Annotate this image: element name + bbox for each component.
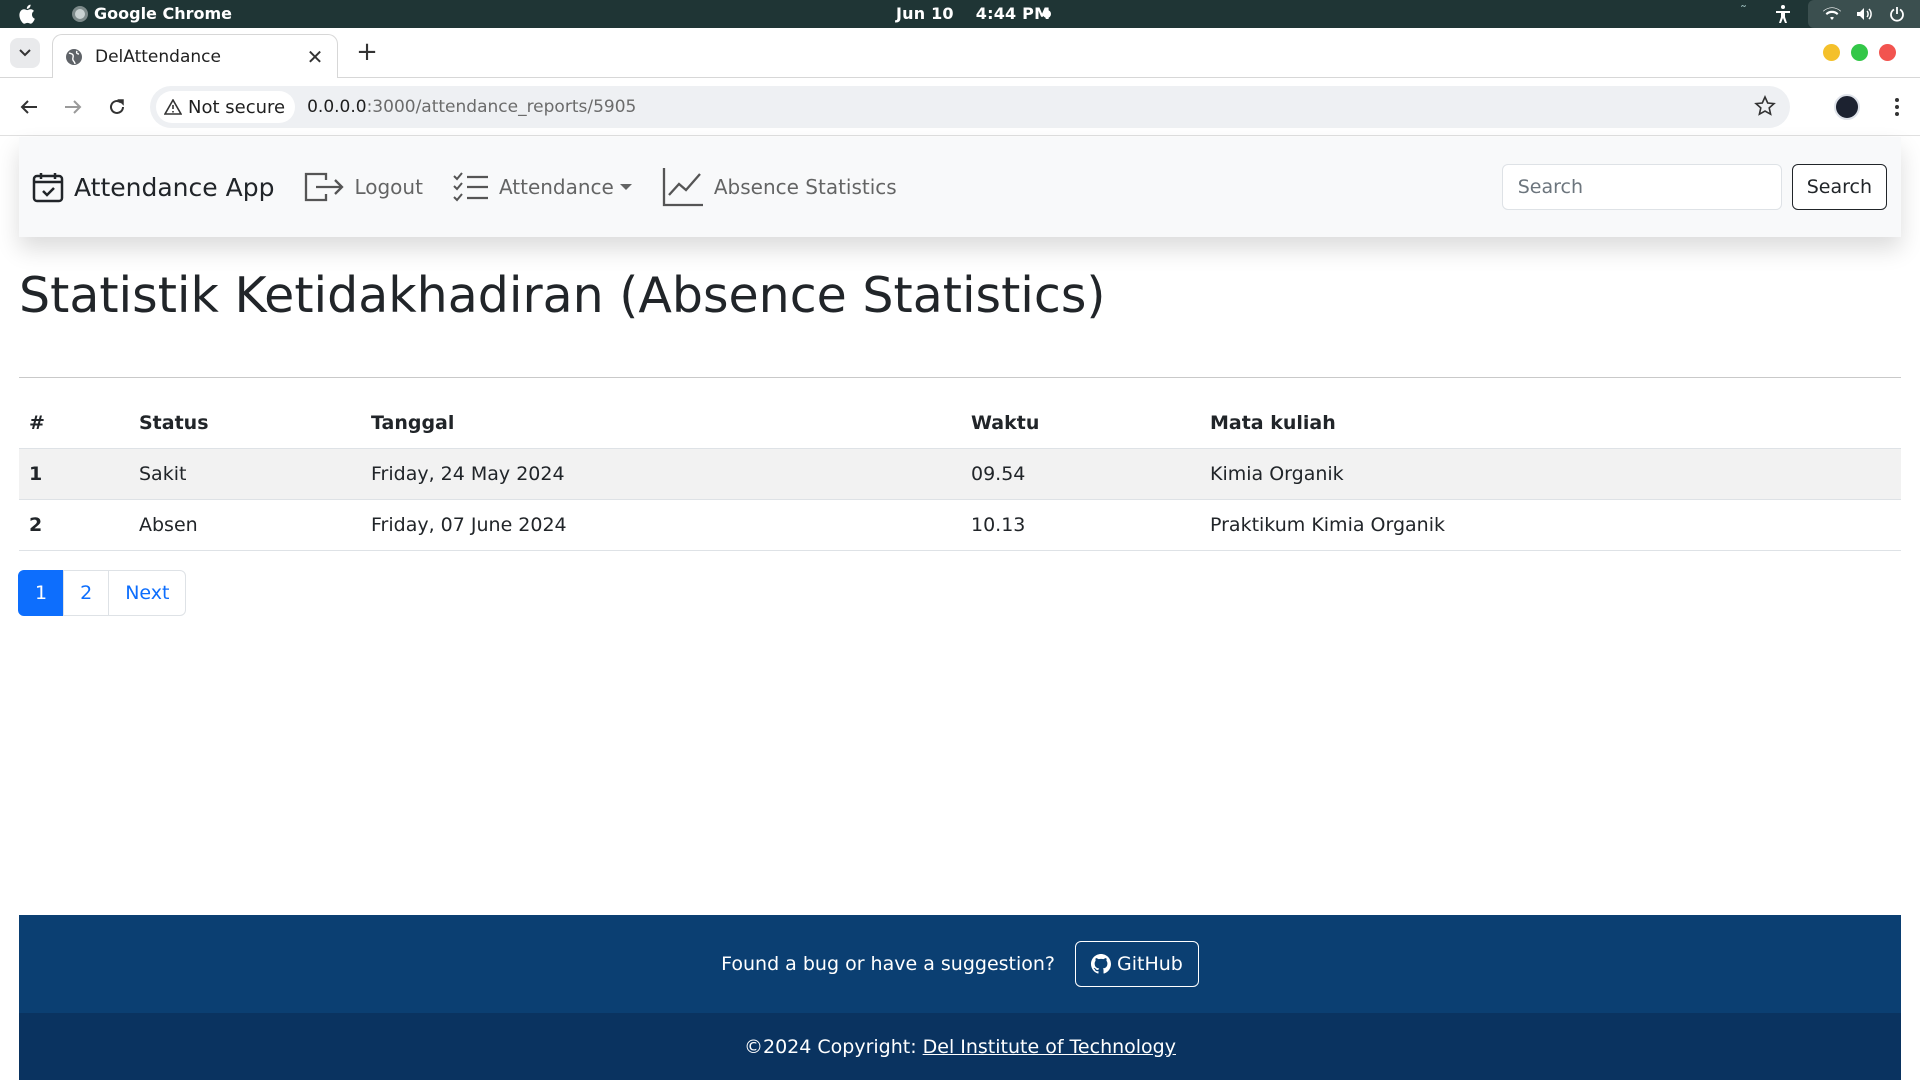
back-button[interactable] bbox=[14, 92, 44, 122]
column-header: Tanggal bbox=[361, 399, 961, 449]
navbar-brand[interactable]: Attendance App bbox=[32, 171, 274, 203]
cell-status: Absen bbox=[129, 499, 361, 551]
search-button[interactable]: Search bbox=[1791, 164, 1887, 210]
active-app[interactable]: Google Chrome bbox=[72, 4, 232, 23]
table-row: 1 Sakit Friday, 24 May 2024 09.54 Kimia … bbox=[19, 448, 1901, 500]
wifi-icon bbox=[1823, 7, 1842, 21]
os-top-bar: Google Chrome Jun 10 4:44 PM ˜ bbox=[0, 0, 1920, 28]
chrome-menu-button[interactable] bbox=[1884, 94, 1910, 120]
nav-attendance-dropdown[interactable]: Attendance bbox=[453, 172, 632, 202]
cell-index: 2 bbox=[19, 499, 129, 551]
cell-time: 10.13 bbox=[961, 499, 1200, 551]
nav-logout[interactable]: Logout bbox=[304, 170, 423, 204]
maximize-button[interactable] bbox=[1851, 44, 1868, 61]
web-page: Attendance App Logout Attendance Absence… bbox=[0, 137, 1920, 1080]
column-header: Status bbox=[129, 399, 361, 449]
tab-title: DelAttendance bbox=[95, 46, 221, 67]
cell-index: 1 bbox=[19, 448, 129, 500]
app-navbar: Attendance App Logout Attendance Absence… bbox=[19, 137, 1901, 237]
nav-logout-label: Logout bbox=[354, 175, 423, 199]
column-header: # bbox=[19, 399, 129, 449]
notification-dot bbox=[1043, 10, 1051, 18]
page-link-next[interactable]: Next bbox=[108, 570, 187, 616]
active-app-label: Google Chrome bbox=[94, 4, 233, 23]
footer-feedback: Found a bug or have a suggestion? GitHub bbox=[19, 915, 1901, 1013]
page-link-2[interactable]: 2 bbox=[63, 570, 110, 616]
cell-course: Kimia Organik bbox=[1200, 448, 1901, 500]
browser-toolbar: Not secure 0.0.0.0:3000/attendance_repor… bbox=[0, 78, 1920, 136]
absence-table: # Status Tanggal Waktu Mata kuliah 1 Sak… bbox=[19, 399, 1901, 551]
cell-course: Praktikum Kimia Organik bbox=[1200, 499, 1901, 551]
url-text[interactable]: 0.0.0.0:3000/attendance_reports/5905 bbox=[307, 97, 636, 117]
activity-indicator-icon: ˜ bbox=[1740, 4, 1747, 20]
chrome-icon bbox=[72, 5, 88, 22]
line-chart-icon bbox=[662, 168, 703, 207]
nav-attendance-label: Attendance bbox=[498, 175, 614, 199]
cell-date: Friday, 07 June 2024 bbox=[361, 499, 961, 551]
github-button[interactable]: GitHub bbox=[1075, 941, 1199, 987]
search-form: Search bbox=[1501, 164, 1887, 210]
close-window-button[interactable] bbox=[1879, 44, 1896, 61]
column-header: Mata kuliah bbox=[1200, 399, 1901, 449]
reload-icon bbox=[110, 99, 124, 114]
browser-tab[interactable]: DelAttendance ✕ bbox=[52, 34, 338, 78]
accessibility-icon[interactable] bbox=[1774, 4, 1792, 24]
page-title: Statistik Ketidakhadiran (Absence Statis… bbox=[19, 267, 1106, 324]
system-tray[interactable] bbox=[1808, 0, 1920, 28]
new-tab-button[interactable]: + bbox=[352, 38, 382, 68]
brand-label: Attendance App bbox=[74, 172, 275, 202]
globe-icon bbox=[66, 48, 82, 65]
arrow-right-icon bbox=[65, 100, 82, 114]
pagination: 1 2 Next bbox=[18, 570, 187, 616]
volume-icon bbox=[1856, 8, 1872, 20]
logout-icon bbox=[305, 172, 345, 202]
checklist-icon bbox=[453, 172, 488, 202]
chevron-down-icon bbox=[19, 49, 31, 57]
nav-absence-statistics-label: Absence Statistics bbox=[713, 175, 897, 199]
window-controls bbox=[1823, 44, 1896, 61]
profile-avatar[interactable] bbox=[1834, 94, 1860, 120]
apple-icon[interactable] bbox=[18, 3, 38, 25]
caret-down-icon bbox=[619, 184, 632, 190]
cell-date: Friday, 24 May 2024 bbox=[361, 448, 961, 500]
bookmark-star-icon[interactable] bbox=[1754, 95, 1776, 117]
forward-button[interactable] bbox=[58, 92, 88, 122]
address-bar[interactable]: Not secure 0.0.0.0:3000/attendance_repor… bbox=[150, 86, 1790, 128]
column-header: Waktu bbox=[961, 399, 1200, 449]
table-row: 2 Absen Friday, 07 June 2024 10.13 Prakt… bbox=[19, 499, 1901, 551]
url-path: :3000/attendance_reports/5905 bbox=[366, 97, 637, 117]
footer-prompt: Found a bug or have a suggestion? bbox=[721, 953, 1056, 975]
institute-link[interactable]: Del Institute of Technology bbox=[923, 1036, 1176, 1058]
page-footer: Found a bug or have a suggestion? GitHub… bbox=[19, 915, 1901, 1080]
github-icon bbox=[1091, 954, 1112, 974]
github-label: GitHub bbox=[1117, 953, 1183, 975]
clock-date: Jun 10 bbox=[896, 4, 954, 23]
footer-copyright: ©2024 Copyright: Del Institute of Techno… bbox=[19, 1013, 1901, 1080]
nav-absence-statistics[interactable]: Absence Statistics bbox=[662, 167, 897, 207]
close-tab-icon[interactable]: ✕ bbox=[305, 47, 325, 67]
warning-triangle-icon bbox=[164, 99, 182, 115]
search-input[interactable] bbox=[1501, 164, 1782, 210]
cell-time: 09.54 bbox=[961, 448, 1200, 500]
url-host: 0.0.0.0 bbox=[307, 97, 367, 117]
power-icon bbox=[1889, 7, 1904, 22]
page-link-1[interactable]: 1 bbox=[18, 570, 65, 616]
clock-time: 4:44 PM bbox=[975, 4, 1051, 23]
minimize-button[interactable] bbox=[1823, 44, 1840, 61]
calendar-check-icon bbox=[32, 173, 64, 203]
divider bbox=[19, 377, 1901, 378]
cell-status: Sakit bbox=[129, 448, 361, 500]
browser-tab-strip: DelAttendance ✕ + bbox=[0, 28, 1920, 78]
table-header-row: # Status Tanggal Waktu Mata kuliah bbox=[19, 399, 1901, 449]
security-label: Not secure bbox=[188, 96, 286, 118]
tab-search-button[interactable] bbox=[10, 38, 40, 68]
reload-button[interactable] bbox=[102, 92, 132, 122]
copyright-text: ©2024 Copyright: bbox=[743, 1035, 917, 1058]
arrow-left-icon bbox=[20, 100, 37, 114]
site-security-chip[interactable]: Not secure bbox=[156, 91, 296, 123]
